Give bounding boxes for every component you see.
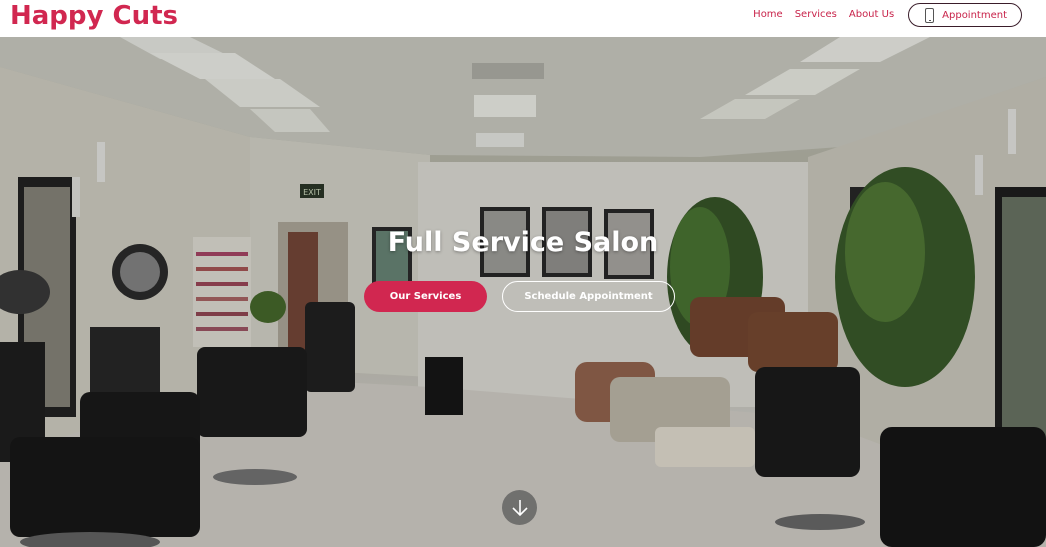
hero-title: Full Service Salon: [387, 227, 659, 258]
schedule-appointment-button[interactable]: Schedule Appointment: [502, 281, 675, 312]
nav-services[interactable]: Services: [795, 3, 837, 27]
site-header: Happy Cuts Home Services About Us Appoin…: [0, 0, 1046, 37]
our-services-button[interactable]: Our Services: [364, 281, 487, 312]
arrow-down-icon: [511, 499, 528, 516]
phone-icon: [925, 7, 935, 23]
nav-about-us[interactable]: About Us: [849, 3, 894, 27]
hero-buttons: Our Services Schedule Appointment: [364, 281, 675, 312]
main-nav: Home Services About Us Appointment: [753, 3, 1022, 27]
appointment-label: Appointment: [942, 9, 1007, 21]
site-logo[interactable]: Happy Cuts: [10, 0, 178, 32]
scroll-down-button[interactable]: [502, 490, 537, 525]
appointment-button[interactable]: Appointment: [908, 3, 1022, 27]
hero-section: EXIT Full Service Salon Our Services Sch…: [0, 37, 1046, 547]
nav-home[interactable]: Home: [753, 3, 783, 27]
